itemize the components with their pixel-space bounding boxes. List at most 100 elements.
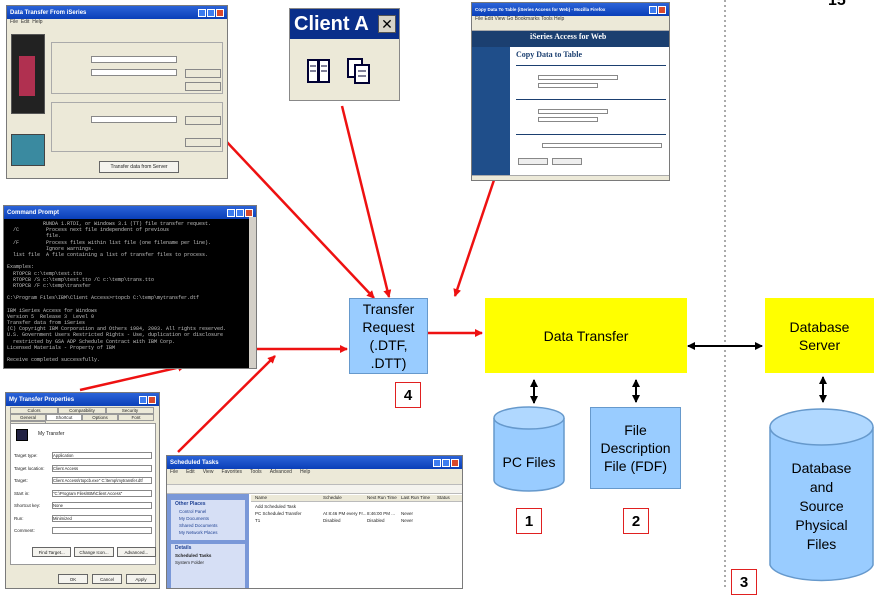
table-row[interactable]: Add Scheduled Task xyxy=(251,504,462,511)
browser-banner: iSeries Access for Web xyxy=(530,32,607,41)
cmd-title: Command Prompt xyxy=(7,209,60,216)
column-header[interactable]: Name xyxy=(255,495,267,500)
number-badge-2: 2 xyxy=(623,508,649,534)
close-icon[interactable]: ✕ xyxy=(378,15,396,33)
properties-window: My Transfer Properties Colors Compatibili… xyxy=(5,392,160,589)
props-title: My Transfer Properties xyxy=(9,396,75,403)
details-item: System Folder xyxy=(175,560,205,565)
fdf-line1: File xyxy=(624,422,647,438)
props-field-label: Target: xyxy=(14,478,28,483)
props-tab[interactable]: Compatibility xyxy=(58,407,106,414)
database-server-box: Database Server xyxy=(765,298,874,373)
number-badge-1: 1 xyxy=(516,508,542,534)
props-tab[interactable]: General xyxy=(10,414,46,421)
transfer-from-server-button[interactable]: Transfer data from Server xyxy=(99,161,179,173)
props-bottom-button[interactable]: Apply xyxy=(126,574,156,584)
column-header[interactable]: Last Run Time xyxy=(401,495,430,500)
table-cell: 8:46:00 PM ... xyxy=(367,511,396,516)
cmd-line: U.S. Government Users Restricted Rights … xyxy=(7,332,224,339)
book-icon[interactable] xyxy=(306,57,332,85)
client-a-title: Client A xyxy=(294,13,369,35)
table-row[interactable]: PC Scheduled Transfer At 8:46 PM every Fr… xyxy=(251,511,462,518)
arrow-sched-to-request xyxy=(177,355,276,453)
props-button[interactable]: Find Target... xyxy=(32,547,72,557)
side-item[interactable]: My Documents xyxy=(179,516,209,521)
table-cell: T1 xyxy=(255,518,261,523)
props-field-label: Start in: xyxy=(14,490,30,496)
side-item[interactable]: Control Panel xyxy=(179,509,206,514)
data-transfer-window: Data Transfer From iSeries File Edit Hel… xyxy=(6,5,228,179)
fdf-line3: File (FDF) xyxy=(604,458,667,474)
props-tab[interactable]: Security xyxy=(106,407,154,414)
window-title: Data Transfer From iSeries xyxy=(10,9,87,16)
props-field-value[interactable]: Client Access\rtopcb.exe" C:\temp\mytran… xyxy=(52,477,152,484)
table-cell: PC Scheduled Transfer xyxy=(255,511,302,516)
db-line2: and xyxy=(809,479,834,495)
copy-icon[interactable] xyxy=(346,57,372,85)
props-bottom-buttons: OK Cancel Apply xyxy=(56,574,156,584)
details-title: Details xyxy=(175,545,192,551)
transfer-request-box: Transfer Request (.DTF, .DTT) xyxy=(349,298,428,374)
transfer-request-line3: (.DTF, .DTT) xyxy=(369,337,408,371)
client-a-window: Client A ✕ xyxy=(289,8,400,101)
arrow-web-to-request xyxy=(453,179,496,297)
table-cell: Disabled xyxy=(323,518,341,523)
props-tabs: Colors Compatibility Security General Shortc… xyxy=(10,407,156,428)
table-row[interactable]: T1 Disabled Disabled Never xyxy=(251,518,462,525)
server-line2: Server xyxy=(798,336,841,353)
browser-title: Copy Data To Table (iSeries Access for W… xyxy=(475,7,606,12)
side-title: Other Places xyxy=(175,501,206,507)
props-button[interactable]: Change Icon... xyxy=(74,547,114,557)
props-bottom-button[interactable]: Cancel xyxy=(92,574,122,584)
props-field-label: Target type: xyxy=(14,453,38,458)
pc-files-label: PC Files xyxy=(502,454,556,470)
props-field-label: Comment: xyxy=(14,528,35,533)
props-field-label: Shortcut key: xyxy=(14,503,41,508)
page-number: 15 xyxy=(828,0,846,9)
table-cell: At 8:46 PM every Fr... xyxy=(323,511,367,516)
props-field-value[interactable]: Client Access xyxy=(52,464,152,472)
browser-heading: Copy Data to Table xyxy=(516,50,583,59)
side-item[interactable]: Shared Documents xyxy=(179,523,218,528)
command-prompt-window: Command Prompt RUNDA 1.RTDI, or Windows … xyxy=(3,205,257,369)
props-field-value[interactable]: Minimized xyxy=(52,514,152,522)
side-item[interactable]: My Network Places xyxy=(179,530,218,535)
transfer-request-line2: Request xyxy=(362,319,415,335)
props-field-label: Run: xyxy=(14,515,24,521)
props-field-value[interactable]: Application xyxy=(52,452,152,459)
fdf-line2: Description xyxy=(600,440,671,456)
number-badge-4: 4 xyxy=(395,382,421,408)
sched-header: Name Schedule Next Run Time Last Run Time St… xyxy=(251,495,462,502)
database-cylinder: Database and Source Physical Files xyxy=(769,407,874,585)
props-tab[interactable]: Options xyxy=(82,414,118,421)
db-line3: Source xyxy=(799,498,844,514)
props-tab[interactable]: Shortcut xyxy=(46,414,82,421)
props-button[interactable]: Advanced... xyxy=(116,547,156,557)
props-bottom-button[interactable]: OK xyxy=(58,574,88,584)
props-field-value[interactable]: "C:\Program Files\IBM\Client Access" xyxy=(52,489,152,497)
table-cell: Add Scheduled Task xyxy=(255,504,296,509)
props-name: My Transfer xyxy=(38,431,65,437)
db-line1: Database xyxy=(791,460,852,476)
browser-window: Copy Data To Table (iSeries Access for W… xyxy=(471,2,670,181)
pc-files-cylinder: PC Files xyxy=(493,406,565,492)
props-tab[interactable]: Font xyxy=(118,414,154,421)
props-field-value[interactable]: None xyxy=(52,502,152,509)
arrow-props-to-cmd xyxy=(79,363,186,392)
props-field-value[interactable] xyxy=(52,527,152,534)
command-output: RUNDA 1.RTDI, or Windows 3.1 (TT) file t… xyxy=(4,219,256,368)
column-header[interactable]: Next Run Time xyxy=(367,495,397,500)
scrollbar[interactable] xyxy=(249,217,256,368)
sched-title: Scheduled Tasks xyxy=(170,459,219,466)
db-line4: Physical xyxy=(795,517,848,533)
column-header[interactable]: Schedule xyxy=(323,495,342,500)
props-tab[interactable]: Colors xyxy=(10,407,58,414)
props-buttons: Find Target... Change Icon... Advanced... xyxy=(32,547,156,557)
shortcut-icon xyxy=(16,429,28,441)
cmd-line xyxy=(7,363,253,368)
fdf-box: File Description File (FDF) xyxy=(590,407,681,489)
db-line5: Files xyxy=(806,536,837,552)
details-item: Scheduled Tasks xyxy=(175,553,212,558)
column-header[interactable]: Status xyxy=(437,495,450,500)
server-line1: Database xyxy=(789,318,850,335)
